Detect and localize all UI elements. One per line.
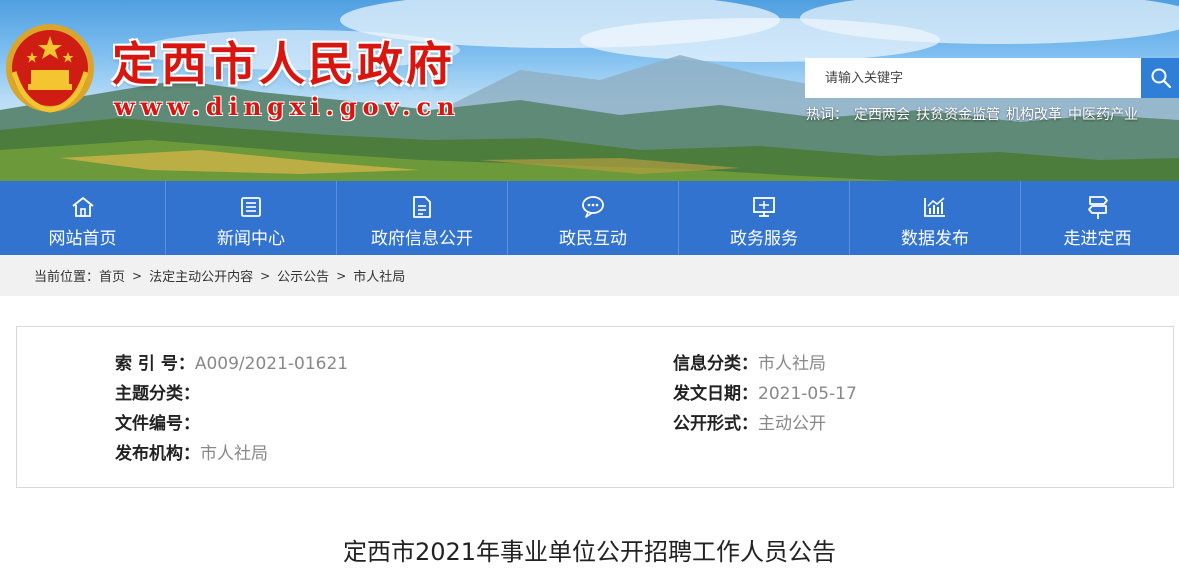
hotword-link[interactable]: 扶贫资金监管 <box>916 107 1000 123</box>
breadcrumb: 当前位置： 首页 > 法定主动公开内容 > 公示公告 > 市人社局 <box>0 255 1179 296</box>
info-label: 公开形式： <box>673 414 758 434</box>
nav-label: 政民互动 <box>559 229 627 249</box>
nav-item-news[interactable]: 新闻中心 <box>166 181 337 255</box>
info-doc-no: 文件编号： <box>115 409 200 434</box>
nav-item-about-dingxi[interactable]: 走进定西 <box>1021 181 1174 255</box>
info-label: 发布机构： <box>115 444 200 464</box>
hotwords-bar: 热词： 定西两会 扶贫资金监管 机构改革 中医药产业 <box>806 104 1144 124</box>
breadcrumb-separator: > <box>336 268 347 283</box>
chat-icon <box>580 194 606 220</box>
document-info-panel: 索 引 号：A009/2021-01621 信息分类：市人社局 主题分类： 发文… <box>16 326 1174 488</box>
hotword-link[interactable]: 中医药产业 <box>1068 107 1138 123</box>
signpost-icon <box>1086 194 1110 220</box>
info-label: 主题分类： <box>115 384 200 404</box>
main-nav: 网站首页 新闻中心 政府信息公开 政民互动 政务服务 数据发布 走进定西 <box>0 181 1179 255</box>
nav-label: 政府信息公开 <box>371 229 473 249</box>
breadcrumb-prefix: 当前位置： <box>34 270 100 285</box>
nav-label: 网站首页 <box>48 229 117 249</box>
nav-item-interaction[interactable]: 政民互动 <box>508 181 679 255</box>
breadcrumb-separator: > <box>132 268 143 283</box>
info-value: 主动公开 <box>758 414 826 434</box>
national-emblem-logo <box>6 24 94 113</box>
chart-icon <box>922 194 948 220</box>
info-value: 2021-05-17 <box>758 384 857 404</box>
nav-label: 政务服务 <box>730 229 798 249</box>
info-label: 文件编号： <box>115 414 200 434</box>
article-title: 定西市2021年事业单位公开招聘工作人员公告 <box>342 538 837 566</box>
info-index-no: 索 引 号：A009/2021-01621 <box>115 349 348 374</box>
info-category: 信息分类：市人社局 <box>673 349 826 374</box>
breadcrumb-separator: > <box>260 268 271 283</box>
document-icon <box>411 194 433 220</box>
home-icon <box>70 194 96 220</box>
breadcrumb-link[interactable]: 法定主动公开内容 <box>149 266 253 285</box>
info-value: 市人社局 <box>758 354 826 374</box>
nav-label: 走进定西 <box>1063 229 1132 249</box>
search-button[interactable] <box>1141 58 1179 98</box>
search-icon <box>1151 68 1172 89</box>
info-value: 市人社局 <box>200 444 268 464</box>
nav-item-services[interactable]: 政务服务 <box>679 181 850 255</box>
nav-label: 新闻中心 <box>217 229 285 249</box>
hotword-link[interactable]: 定西两会 <box>854 107 910 123</box>
news-icon <box>239 194 263 220</box>
nav-label: 数据发布 <box>901 229 969 249</box>
info-label: 索 引 号： <box>115 354 195 374</box>
search-input[interactable] <box>805 58 1141 98</box>
info-value: A009/2021-01621 <box>194 354 349 374</box>
header-banner: 定西市人民政府 www.dingxi.gov.cn 热词： 定西两会扶贫资金监管机… <box>0 0 1179 181</box>
info-date: 发文日期：2021-05-17 <box>673 379 857 404</box>
breadcrumb-link[interactable]: 公示公告 <box>277 266 329 285</box>
info-label: 发文日期： <box>673 384 758 404</box>
breadcrumb-link-current[interactable]: 市人社局 <box>353 266 405 285</box>
nav-item-gov-info[interactable]: 政府信息公开 <box>337 181 508 255</box>
hotwords-label: 热词： <box>806 107 848 123</box>
site-url: www.dingxi.gov.cn <box>114 92 461 121</box>
nav-item-data[interactable]: 数据发布 <box>850 181 1021 255</box>
info-label: 信息分类： <box>673 354 758 374</box>
monitor-icon <box>751 194 777 220</box>
breadcrumb-link-home[interactable]: 首页 <box>99 266 125 285</box>
info-topic: 主题分类： <box>115 379 200 404</box>
site-title: 定西市人民政府 <box>112 37 455 91</box>
info-publisher: 发布机构：市人社局 <box>115 439 268 464</box>
info-disclosure: 公开形式：主动公开 <box>673 409 826 434</box>
hotword-link[interactable]: 机构改革 <box>1006 107 1062 123</box>
nav-item-home[interactable]: 网站首页 <box>0 181 166 255</box>
